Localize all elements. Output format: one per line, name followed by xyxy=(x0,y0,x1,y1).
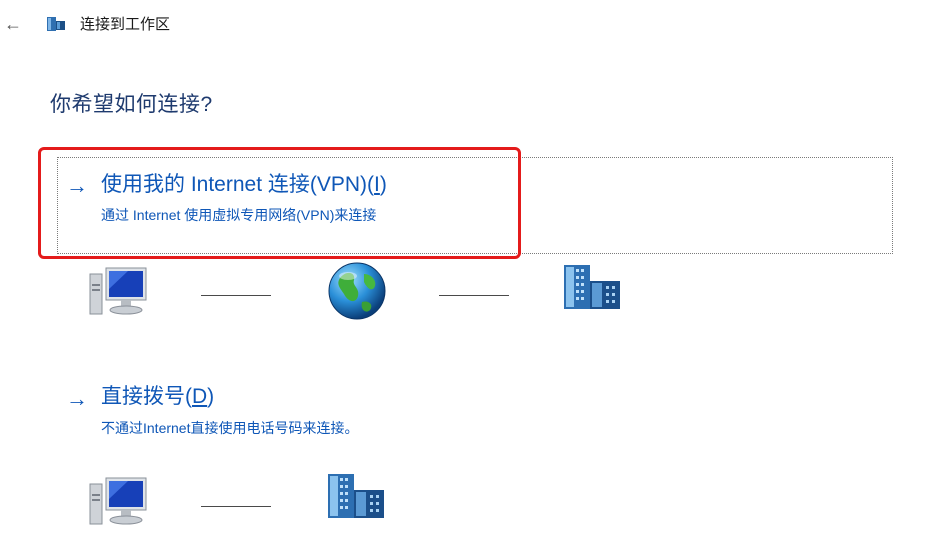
vpn-option-title-suffix: ) xyxy=(379,173,387,196)
workplace-building-icon xyxy=(324,472,392,520)
globe-icon xyxy=(326,260,388,322)
dialup-option-accelerator: D xyxy=(192,385,208,408)
dialup-option-arrow-icon: → xyxy=(66,386,88,411)
back-button[interactable]: ← xyxy=(4,14,22,34)
vpn-option-arrow-icon: → xyxy=(66,173,88,198)
dialup-option-title-prefix: 直接拨号( xyxy=(101,385,192,408)
vpn-option-title[interactable]: 使用我的 Internet 连接(VPN)(I) xyxy=(101,172,387,198)
connection-line xyxy=(439,295,509,296)
dialup-option-description: 不通过Internet直接使用电话号码来连接。 xyxy=(101,420,359,436)
connection-line xyxy=(201,506,271,507)
vpn-option-description: 通过 Internet 使用虚拟专用网络(VPN)来连接 xyxy=(101,207,377,223)
window-title: 连接到工作区 xyxy=(80,16,171,33)
vpn-option-title-prefix: 使用我的 Internet 连接(VPN)( xyxy=(101,173,375,196)
connection-line xyxy=(201,295,271,296)
computer-icon xyxy=(88,474,152,530)
computer-icon xyxy=(88,264,152,320)
workplace-building-icon xyxy=(560,263,628,311)
page-heading: 你希望如何连接? xyxy=(50,93,213,116)
dialup-option-title-suffix: ) xyxy=(207,385,215,408)
dialup-option-button[interactable]: 直接拨号(D) xyxy=(101,384,214,410)
workplace-building-icon xyxy=(46,16,68,32)
